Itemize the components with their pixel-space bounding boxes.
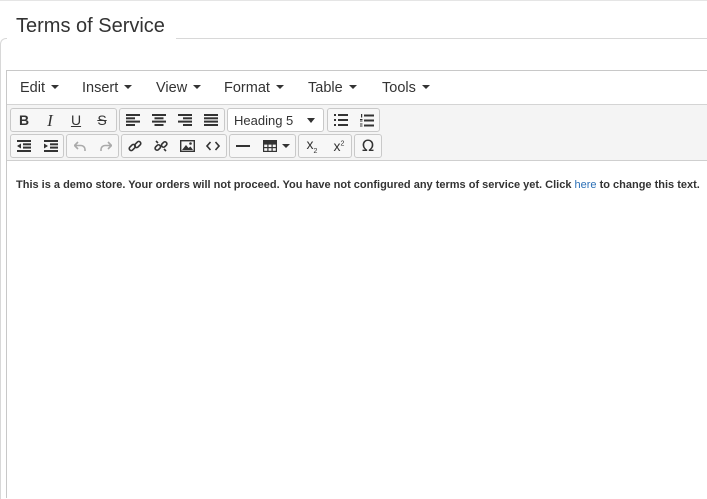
- horizontal-rule-button[interactable]: [230, 135, 256, 157]
- special-char-group: Ω: [354, 134, 382, 158]
- bullet-list-icon: [334, 114, 348, 126]
- strikethrough-button[interactable]: S: [89, 109, 115, 131]
- special-character-button[interactable]: Ω: [355, 135, 381, 157]
- chevron-down-icon: [51, 85, 59, 90]
- undo-button[interactable]: [67, 135, 93, 157]
- top-divider: [0, 0, 707, 1]
- align-left-icon: [126, 114, 140, 126]
- redo-button[interactable]: [93, 135, 119, 157]
- chevron-down-icon: [348, 85, 357, 90]
- undo-icon: [74, 141, 86, 151]
- menu-tools-label: Tools: [382, 80, 416, 96]
- align-center-icon: [152, 114, 166, 126]
- content-text-end: to change this text.: [596, 179, 700, 191]
- block-format-select[interactable]: Heading 5: [227, 108, 324, 132]
- indent-button[interactable]: [38, 135, 64, 157]
- align-right-icon: [178, 114, 192, 126]
- subscript-mark: 2: [313, 147, 318, 155]
- insert-table-group: [229, 134, 296, 158]
- underline-icon: U: [70, 112, 82, 128]
- numbered-list-icon: [360, 113, 374, 126]
- indent-group: [10, 134, 64, 158]
- menu-insert[interactable]: Insert: [82, 80, 133, 96]
- menu-format[interactable]: Format: [224, 80, 284, 96]
- menu-view[interactable]: View: [156, 80, 202, 96]
- chevron-down-icon: [124, 85, 133, 90]
- align-justify-icon: [204, 114, 218, 126]
- superscript-base: x: [333, 138, 341, 154]
- menu-edit-label: Edit: [20, 80, 45, 96]
- link-button[interactable]: [122, 135, 148, 157]
- image-button[interactable]: [174, 135, 200, 157]
- horizontal-rule-icon: [236, 145, 250, 147]
- unlink-icon: [154, 140, 168, 152]
- table-button[interactable]: [257, 135, 295, 157]
- block-format-value: Heading 5: [234, 113, 294, 128]
- outdent-icon: [17, 140, 31, 152]
- bullet-list-button[interactable]: [328, 109, 354, 131]
- alignment-group: [119, 108, 225, 132]
- bold-button[interactable]: B: [11, 109, 37, 131]
- menu-format-label: Format: [224, 80, 270, 96]
- outdent-button[interactable]: [11, 135, 37, 157]
- code-button[interactable]: [200, 135, 226, 157]
- section-title: Terms of Service: [16, 15, 165, 37]
- change-text-link[interactable]: here: [575, 179, 597, 191]
- history-group: [66, 134, 119, 158]
- chevron-down-icon: [281, 144, 290, 148]
- link-icon: [128, 140, 142, 152]
- align-center-button[interactable]: [146, 109, 172, 131]
- menu-insert-label: Insert: [82, 80, 119, 96]
- code-icon: [206, 141, 220, 151]
- subscript-button[interactable]: x2: [299, 135, 325, 157]
- script-group: x2 x2: [298, 134, 352, 158]
- menu-tools[interactable]: Tools: [382, 80, 430, 96]
- chevron-down-icon: [421, 85, 430, 90]
- insert-group: [121, 134, 227, 158]
- underline-button[interactable]: U: [63, 109, 89, 131]
- align-right-button[interactable]: [172, 109, 198, 131]
- numbered-list-button[interactable]: [354, 109, 380, 131]
- align-justify-button[interactable]: [198, 109, 224, 131]
- table-icon: [262, 140, 277, 152]
- menu-table[interactable]: Table: [308, 80, 357, 96]
- bold-icon: B: [18, 112, 30, 128]
- fieldset-border-top: [176, 38, 707, 39]
- list-group: [327, 108, 380, 132]
- subscript-base: x: [306, 136, 314, 153]
- text-style-group: B I U S: [10, 108, 117, 132]
- superscript-button[interactable]: x2: [326, 135, 352, 157]
- italic-button[interactable]: I: [37, 109, 63, 131]
- indent-icon: [44, 140, 58, 152]
- content-text: This is a demo store. Your orders will n…: [16, 179, 575, 191]
- chevron-down-icon: [307, 118, 315, 123]
- superscript-mark: 2: [340, 140, 345, 148]
- unlink-button[interactable]: [148, 135, 174, 157]
- chevron-down-icon: [275, 85, 284, 90]
- omega-icon: Ω: [361, 136, 375, 155]
- superscript-icon: x2: [334, 139, 345, 153]
- editor-toolbar: B I U S Heading 5 x2 x2 Ω: [7, 105, 707, 161]
- subscript-icon: x2: [307, 137, 318, 155]
- menu-edit[interactable]: Edit: [20, 80, 59, 96]
- image-icon: [179, 140, 195, 152]
- align-left-button[interactable]: [120, 109, 146, 131]
- redo-icon: [100, 141, 112, 151]
- menu-table-label: Table: [308, 80, 343, 96]
- strikethrough-icon: S: [97, 112, 107, 128]
- editor-content[interactable]: This is a demo store. Your orders will n…: [16, 179, 700, 191]
- editor-menubar: Edit Insert View Format Table Tools: [7, 71, 707, 105]
- italic-icon: I: [47, 110, 53, 130]
- menu-view-label: View: [156, 80, 188, 96]
- rich-text-editor: Edit Insert View Format Table Tools B I …: [6, 70, 707, 498]
- chevron-down-icon: [193, 85, 202, 90]
